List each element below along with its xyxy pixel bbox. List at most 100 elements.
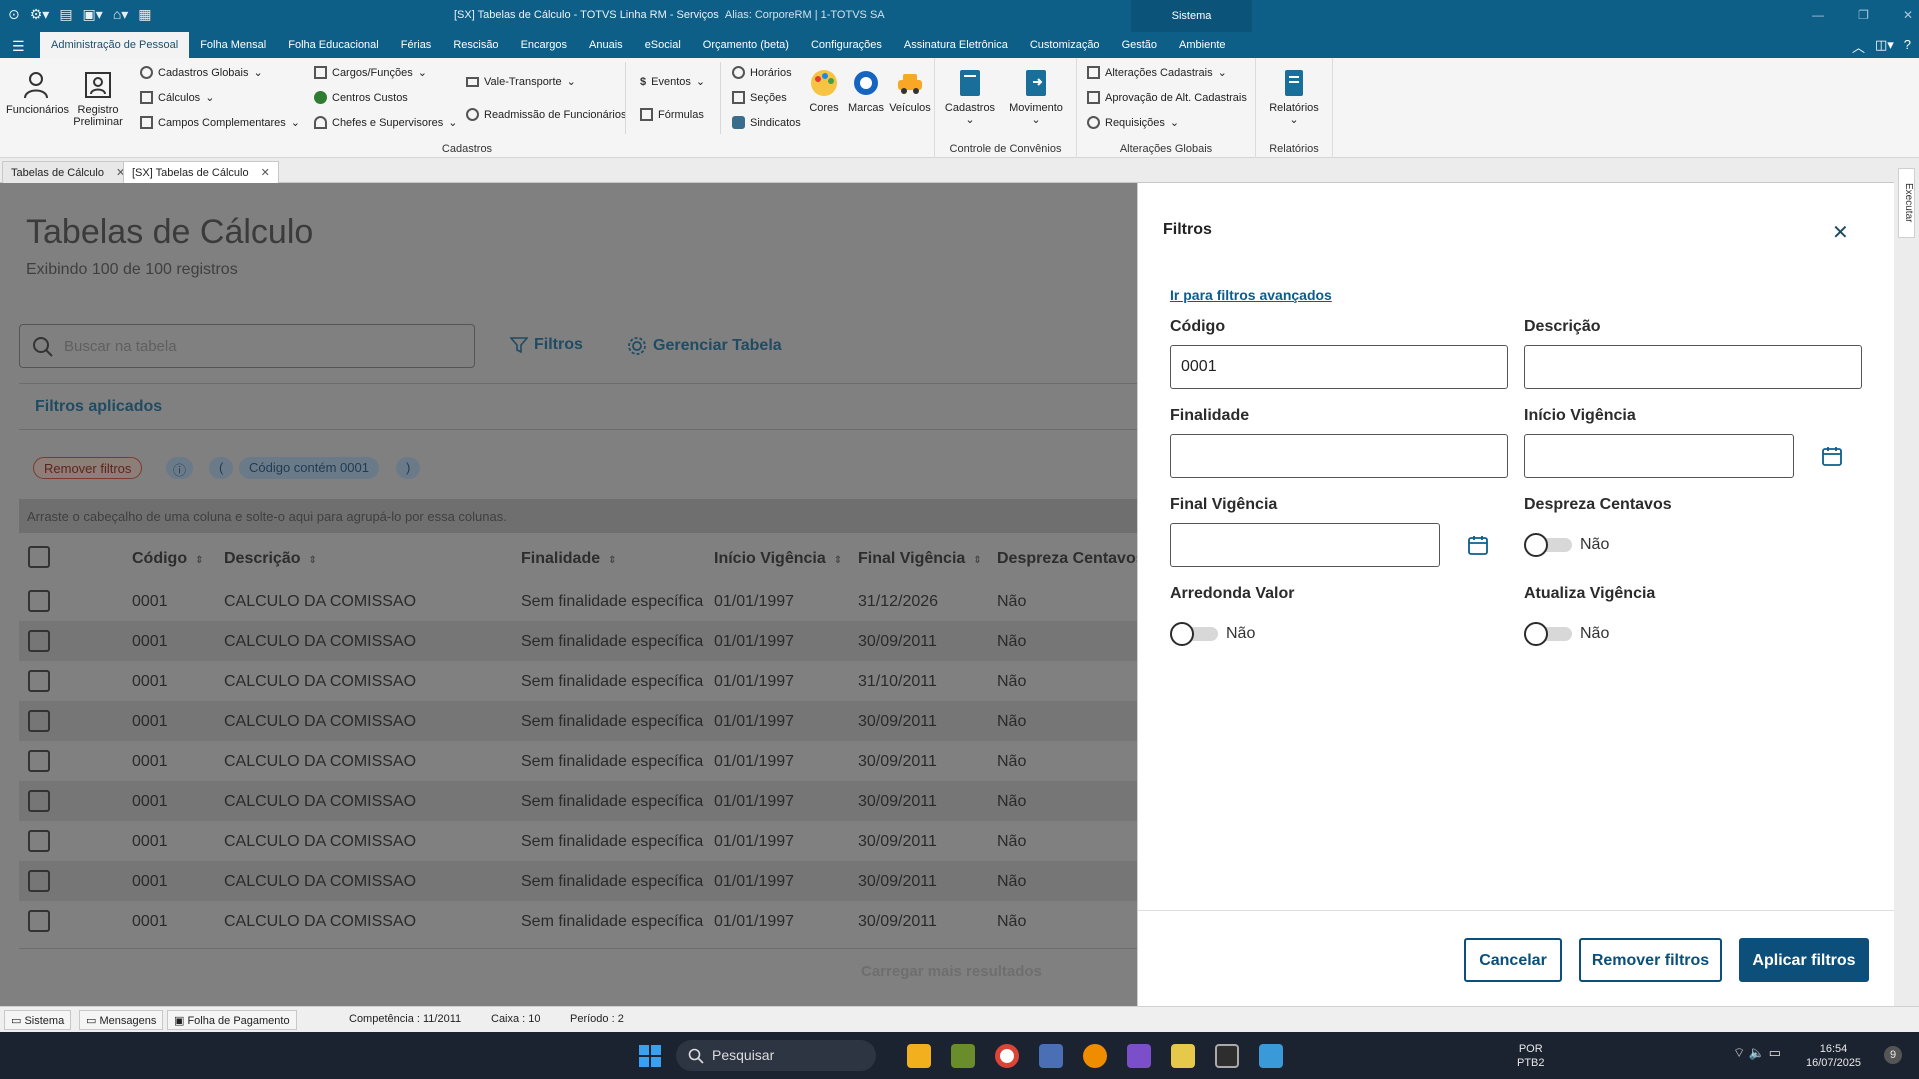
descricao-field[interactable] <box>1524 345 1862 389</box>
windows-start-icon[interactable] <box>638 1044 662 1068</box>
menu-tab-4[interactable]: Rescisão <box>442 32 509 58</box>
apply-filters-button[interactable]: Aplicar filtros <box>1739 938 1869 982</box>
table-row[interactable]: 0001 CALCULO DA COMISSAO Sem finalidade es… <box>19 861 1137 901</box>
group-drop-area[interactable]: Arraste o cabeçalho de uma coluna e solt… <box>19 499 1137 533</box>
row-checkbox[interactable] <box>28 790 50 812</box>
funcionarios-button[interactable]: Funcionários <box>6 70 69 116</box>
alteracoes-cadastrais-button[interactable]: Alterações Cadastrais ⌄ <box>1087 66 1227 79</box>
registro-preliminar-button[interactable]: Registro Preliminar <box>70 70 126 128</box>
menu-tab-10[interactable]: Assinatura Eletrônica <box>893 32 1019 58</box>
users-dropdown-icon[interactable]: ⚙▾ <box>30 6 50 23</box>
menu-tab-9[interactable]: Configurações <box>800 32 893 58</box>
help-icon[interactable]: ? <box>1904 37 1911 56</box>
filter-chip-codigo[interactable]: Código contém 0001 <box>239 457 379 479</box>
table-row[interactable]: 0001 CALCULO DA COMISSAO Sem finalidade es… <box>19 701 1137 741</box>
row-checkbox[interactable] <box>28 750 50 772</box>
layout-icon[interactable]: ◫▾ <box>1875 37 1894 56</box>
cargos-funcoes-button[interactable]: Cargos/Funções ⌄ <box>314 66 427 79</box>
chrome-icon[interactable] <box>995 1044 1019 1068</box>
table-row[interactable]: 0001 CALCULO DA COMISSAO Sem finalidade es… <box>19 661 1137 701</box>
tools-app-icon[interactable] <box>951 1044 975 1068</box>
row-checkbox[interactable] <box>28 910 50 932</box>
clock[interactable]: 16:54 16/07/2025 <box>1806 1042 1861 1070</box>
horarios-button[interactable]: Horários <box>732 66 792 79</box>
search-input[interactable]: Buscar na tabela <box>19 324 475 368</box>
eventos-button[interactable]: $ Eventos ⌄ <box>640 75 705 89</box>
campos-complementares-button[interactable]: Campos Complementares ⌄ <box>140 116 300 129</box>
status-folha-button[interactable]: ▣ Folha de Pagamento <box>167 1010 297 1030</box>
table-row[interactable]: 0001 CALCULO DA COMISSAO Sem finalidade es… <box>19 741 1137 781</box>
table-row[interactable]: 0001 CALCULO DA COMISSAO Sem finalidade es… <box>19 581 1137 621</box>
collapse-ribbon-icon[interactable]: ︿ <box>1852 37 1865 56</box>
menu-tab-3[interactable]: Férias <box>390 32 443 58</box>
row-checkbox[interactable] <box>28 630 50 652</box>
select-all-checkbox[interactable] <box>28 546 50 568</box>
row-checkbox[interactable] <box>28 870 50 892</box>
advanced-filters-link[interactable]: Ir para filtros avançados <box>1170 287 1332 303</box>
menu-tab-12[interactable]: Gestão <box>1111 32 1168 58</box>
requisicoes-button[interactable]: Requisições ⌄ <box>1087 116 1179 129</box>
row-checkbox[interactable] <box>28 830 50 852</box>
table-row[interactable]: 0001 CALCULO DA COMISSAO Sem finalidade es… <box>19 821 1137 861</box>
veiculos-button[interactable]: Veículos <box>888 68 932 114</box>
chefes-supervisores-button[interactable]: Chefes e Supervisores ⌄ <box>314 116 458 129</box>
movimento-button[interactable]: Movimento ⌄ <box>1005 68 1067 126</box>
col-header-finalidade[interactable]: Finalidade ⇕ <box>521 550 617 568</box>
terminal-icon[interactable] <box>1215 1044 1239 1068</box>
final-vigencia-field[interactable] <box>1170 523 1440 567</box>
menu-tab-1[interactable]: Folha Mensal <box>189 32 277 58</box>
visual-studio-icon[interactable] <box>1127 1044 1151 1068</box>
calendar-icon[interactable]: ▤ <box>59 6 72 23</box>
restore-icon[interactable]: ❐ <box>1858 8 1869 22</box>
row-checkbox[interactable] <box>28 670 50 692</box>
col-header-descricao[interactable]: Descrição ⇕ <box>224 550 317 568</box>
taskbar-search[interactable]: Pesquisar <box>676 1040 876 1071</box>
remove-filters-button[interactable]: Remover filtros <box>1579 938 1722 982</box>
menu-tab-13[interactable]: Ambiente <box>1168 32 1236 58</box>
remove-filters-chip[interactable]: Remover filtros <box>33 457 143 479</box>
table-row[interactable]: 0001 CALCULO DA COMISSAO Sem finalidade es… <box>19 901 1137 941</box>
readmissao-button[interactable]: Readmissão de Funcionários <box>466 108 626 121</box>
executar-tab[interactable]: Executar <box>1898 168 1915 238</box>
hamburger-icon[interactable]: ☰ <box>12 38 25 55</box>
load-more-button[interactable]: Carregar mais resultados <box>19 948 1137 992</box>
calculos-button[interactable]: Cálculos ⌄ <box>140 91 214 104</box>
centros-custos-button[interactable]: Centros Custos <box>314 91 408 104</box>
despreza-centavos-toggle[interactable] <box>1524 533 1574 557</box>
app-logo-icon[interactable]: ⊙ <box>8 6 20 23</box>
menu-tab-7[interactable]: eSocial <box>634 32 692 58</box>
cadastros-globais-button[interactable]: Cadastros Globais ⌄ <box>140 66 263 79</box>
atualiza-vigencia-toggle[interactable] <box>1524 622 1574 646</box>
filters-button[interactable]: Filtros <box>510 336 583 354</box>
relatorios-button[interactable]: Relatórios ⌄ <box>1262 68 1326 126</box>
vale-transporte-button[interactable]: Vale-Transporte ⌄ <box>466 75 576 88</box>
cancel-button[interactable]: Cancelar <box>1464 938 1562 982</box>
home-dropdown-icon[interactable]: ⌂▾ <box>113 6 128 23</box>
rm-app-icon[interactable] <box>1259 1044 1283 1068</box>
marcas-button[interactable]: Marcas <box>846 68 886 114</box>
grid-icon[interactable]: ▦ <box>138 6 151 23</box>
menu-tab-5[interactable]: Encargos <box>510 32 578 58</box>
menu-tab-6[interactable]: Anuais <box>578 32 634 58</box>
convenios-cadastros-button[interactable]: Cadastros ⌄ <box>939 68 1001 126</box>
col-header-codigo[interactable]: Código ⇕ <box>132 550 203 568</box>
arredonda-valor-toggle[interactable] <box>1170 622 1220 646</box>
table-row[interactable]: 0001 CALCULO DA COMISSAO Sem finalidade es… <box>19 621 1137 661</box>
calendar-icon[interactable] <box>1467 534 1489 556</box>
menu-tab-2[interactable]: Folha Educacional <box>277 32 390 58</box>
col-header-inicio[interactable]: Início Vigência ⇕ <box>714 550 842 568</box>
notepad-icon[interactable] <box>1171 1044 1195 1068</box>
tray-lang[interactable]: POR PTB2 <box>1517 1042 1545 1070</box>
codigo-field[interactable]: 0001 <box>1170 345 1508 389</box>
formulas-button[interactable]: Fórmulas <box>640 108 704 121</box>
applied-filters-heading[interactable]: Filtros aplicados <box>35 398 162 416</box>
finalidade-field[interactable] <box>1170 434 1508 478</box>
menu-tab-8[interactable]: Orçamento (beta) <box>692 32 800 58</box>
doctab-tabelas[interactable]: Tabelas de Cálculo ✕ <box>2 161 135 183</box>
app-icon[interactable] <box>1039 1044 1063 1068</box>
file-explorer-icon[interactable] <box>907 1044 931 1068</box>
doctab-sx-tabelas[interactable]: [SX] Tabelas de Cálculo ✕ <box>123 161 279 183</box>
info-icon[interactable]: ⓘ <box>166 457 194 479</box>
close-icon[interactable]: ✕ <box>1832 220 1849 245</box>
table-row[interactable]: 0001 CALCULO DA COMISSAO Sem finalidade es… <box>19 781 1137 821</box>
